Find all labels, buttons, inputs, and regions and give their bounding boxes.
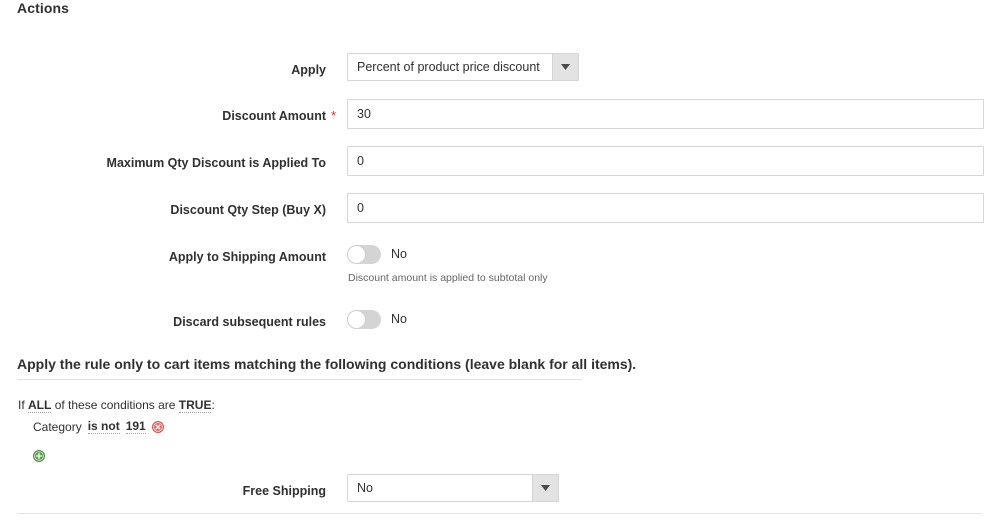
label-qty-step: Discount Qty Step (Buy X) — [170, 203, 326, 217]
conditions-intro: If ALL of these conditions are TRUE: — [18, 398, 215, 413]
apply-select-value: Percent of product price discount — [357, 60, 540, 74]
chevron-down-icon[interactable] — [552, 54, 578, 80]
label-discard-subsequent: Discard subsequent rules — [173, 315, 326, 329]
remove-circle-icon[interactable] — [151, 420, 164, 433]
toggle-knob — [347, 310, 366, 329]
page-title: Actions — [17, 0, 70, 16]
required-asterisk: * — [331, 108, 337, 123]
conditions-intro-prefix: If — [18, 398, 25, 412]
discard-subsequent-state: No — [391, 312, 407, 326]
apply-to-shipping-toggle[interactable] — [347, 245, 381, 264]
max-qty-input[interactable] — [347, 146, 984, 176]
label-max-qty: Maximum Qty Discount is Applied To — [106, 156, 326, 170]
conditions-aggregator[interactable]: ALL — [28, 398, 52, 413]
condition-row: Category is not 191 — [33, 419, 164, 434]
field-row-free-shipping: Free Shipping No — [0, 474, 999, 508]
discount-amount-input[interactable] — [347, 99, 984, 129]
field-row-qty-step: Discount Qty Step (Buy X) — [0, 193, 999, 227]
label-apply-to-shipping: Apply to Shipping Amount — [168, 250, 326, 264]
label-free-shipping: Free Shipping — [242, 484, 326, 498]
conditions-heading: Apply the rule only to cart items matchi… — [17, 356, 637, 372]
free-shipping-select-value: No — [357, 481, 373, 495]
toggle-knob — [347, 245, 366, 264]
add-circle-icon[interactable] — [33, 450, 45, 462]
condition-subject[interactable]: Category — [33, 420, 82, 434]
condition-operator[interactable]: is not — [87, 419, 120, 434]
qty-step-input[interactable] — [347, 193, 984, 223]
label-apply: Apply — [291, 63, 326, 77]
conditions-intro-suffix: : — [211, 398, 215, 412]
field-row-discard-subsequent: Discard subsequent rules No — [0, 305, 999, 339]
field-row-max-qty: Maximum Qty Discount is Applied To — [0, 146, 999, 180]
discard-subsequent-toggle[interactable] — [347, 310, 381, 329]
label-discount-amount: Discount Amount — [222, 109, 326, 123]
bottom-divider — [17, 513, 982, 514]
free-shipping-select[interactable]: No — [347, 474, 559, 502]
field-row-apply-to-shipping: Apply to Shipping Amount No — [0, 240, 999, 274]
conditions-intro-middle: of these conditions are — [54, 398, 176, 412]
conditions-divider — [17, 379, 582, 380]
apply-to-shipping-state: No — [391, 247, 407, 261]
field-row-discount-amount: Discount Amount * — [0, 99, 999, 133]
apply-to-shipping-note: Discount amount is applied to subtotal o… — [348, 272, 548, 284]
chevron-down-icon[interactable] — [532, 475, 558, 501]
apply-select[interactable]: Percent of product price discount — [347, 53, 579, 81]
conditions-truth-value[interactable]: TRUE — [178, 398, 212, 413]
add-condition-button[interactable] — [33, 449, 45, 467]
condition-value[interactable]: 191 — [125, 419, 146, 434]
field-row-apply: Apply Percent of product price discount — [0, 53, 999, 87]
